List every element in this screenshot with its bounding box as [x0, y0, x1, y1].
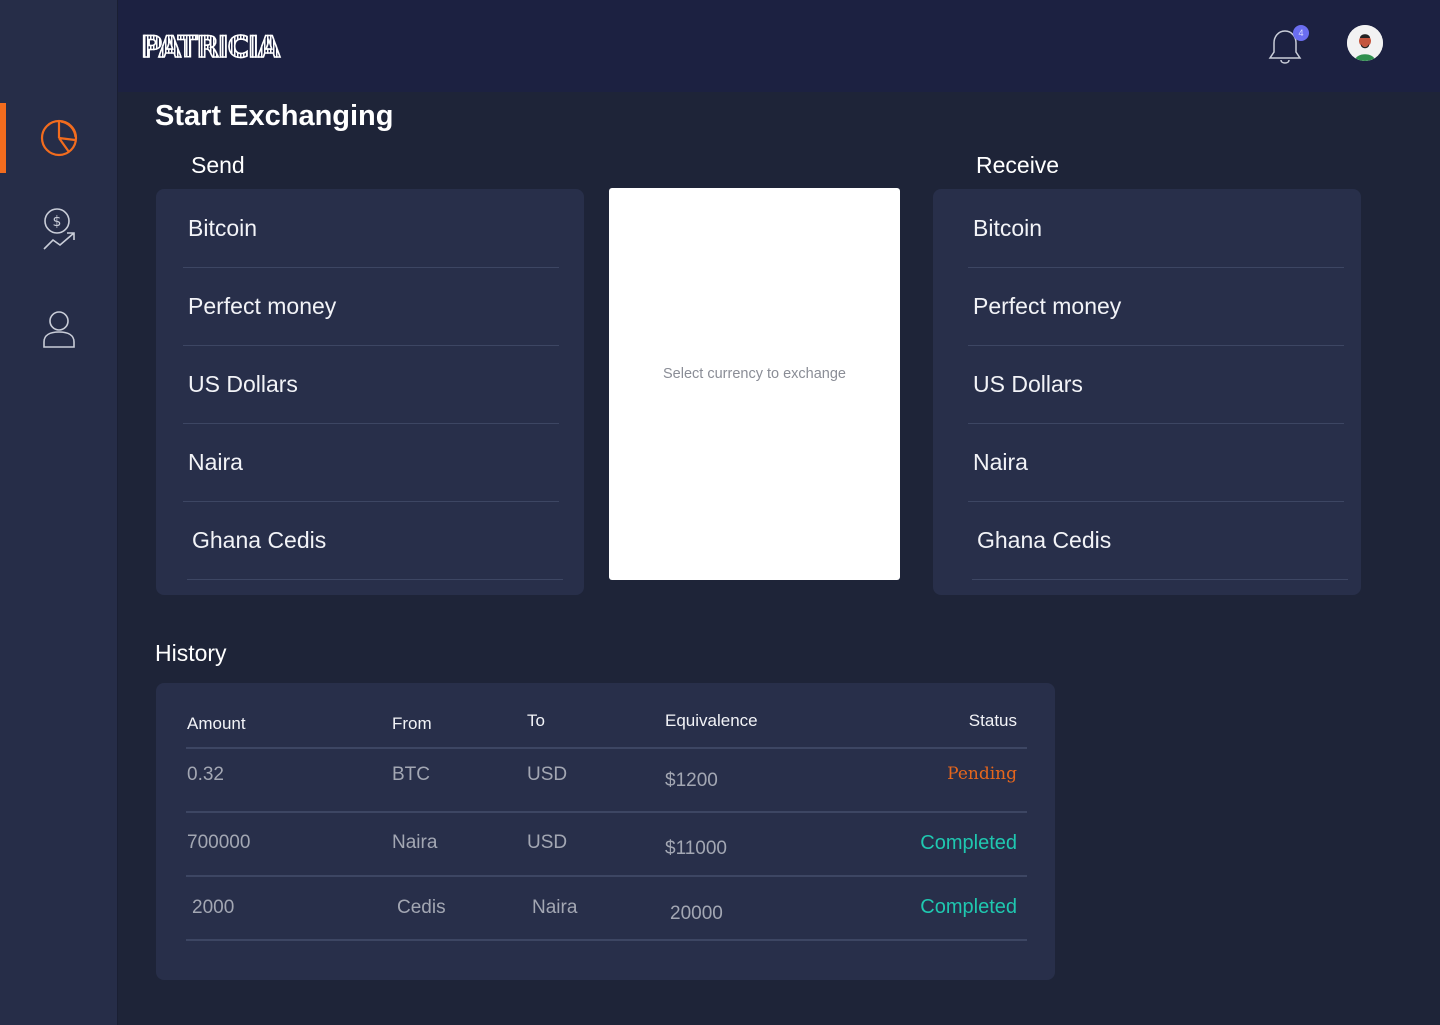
exchange-preview: Select currency to exchange	[609, 188, 900, 580]
cell-to: USD	[527, 764, 568, 785]
status-badge: Completed	[920, 832, 1017, 854]
header-status: Status	[968, 711, 1017, 730]
cell-from: BTC	[392, 764, 430, 785]
send-panel: Bitcoin Perfect money US Dollars Naira G…	[156, 189, 584, 595]
svg-text:$: $	[53, 214, 62, 230]
send-currency-perfect-money[interactable]: Perfect money	[183, 268, 559, 346]
exchange-placeholder: Select currency to exchange	[663, 366, 846, 382]
sidebar-item-profile[interactable]	[0, 294, 118, 364]
pie-chart-icon	[40, 119, 78, 157]
receive-label: Receive	[976, 152, 1060, 178]
cell-from: Cedis	[397, 897, 446, 918]
row-divider	[186, 939, 1027, 941]
header-to: To	[527, 711, 545, 730]
receive-panel: Bitcoin Perfect money US Dollars Naira G…	[933, 189, 1361, 595]
sidebar-item-dashboard[interactable]	[0, 103, 118, 173]
cell-to: Naira	[532, 897, 578, 918]
cell-from: Naira	[392, 832, 438, 853]
cell-amount: 700000	[187, 832, 251, 853]
send-currency-ghana-cedis[interactable]: Ghana Cedis	[187, 502, 563, 580]
send-currency-us-dollars[interactable]: US Dollars	[183, 346, 559, 424]
row-divider	[186, 875, 1027, 877]
send-label: Send	[191, 152, 245, 178]
receive-currency-ghana-cedis[interactable]: Ghana Cedis	[972, 502, 1348, 580]
row-divider	[186, 811, 1027, 813]
header-equivalence: Equivalence	[665, 711, 758, 730]
receive-currency-perfect-money[interactable]: Perfect money	[968, 268, 1344, 346]
avatar[interactable]	[1347, 25, 1383, 61]
page-title: Start Exchanging	[155, 100, 394, 132]
cell-amount: 2000	[192, 897, 235, 918]
status-badge: Completed	[920, 896, 1017, 918]
notification-badge: 4	[1293, 25, 1309, 41]
send-currency-naira[interactable]: Naira	[183, 424, 559, 502]
sidebar: $	[0, 0, 118, 1025]
history-title: History	[155, 640, 227, 666]
cell-equivalence: $1200	[665, 770, 718, 791]
header-amount: Amount	[187, 714, 246, 733]
cell-equivalence: $11000	[665, 838, 727, 859]
avatar-image	[1347, 25, 1383, 61]
cell-equivalence: 20000	[670, 903, 723, 924]
receive-currency-naira[interactable]: Naira	[968, 424, 1344, 502]
receive-currency-us-dollars[interactable]: US Dollars	[968, 346, 1344, 424]
top-header: PATRICIA 4	[118, 0, 1440, 92]
sidebar-item-exchange[interactable]: $	[0, 193, 118, 263]
receive-currency-bitcoin[interactable]: Bitcoin	[968, 190, 1344, 268]
status-badge: Pending	[947, 764, 1017, 784]
cell-amount: 0.32	[187, 764, 224, 785]
cell-to: USD	[527, 832, 568, 853]
user-icon	[43, 311, 75, 348]
money-growth-icon: $	[43, 208, 75, 250]
row-divider	[186, 747, 1027, 749]
send-currency-bitcoin[interactable]: Bitcoin	[183, 190, 559, 268]
patricia-logo[interactable]: PATRICIA	[140, 29, 281, 65]
history-table: Amount From To Equivalence Status 0.32 B…	[156, 683, 1055, 980]
header-from: From	[392, 714, 432, 733]
